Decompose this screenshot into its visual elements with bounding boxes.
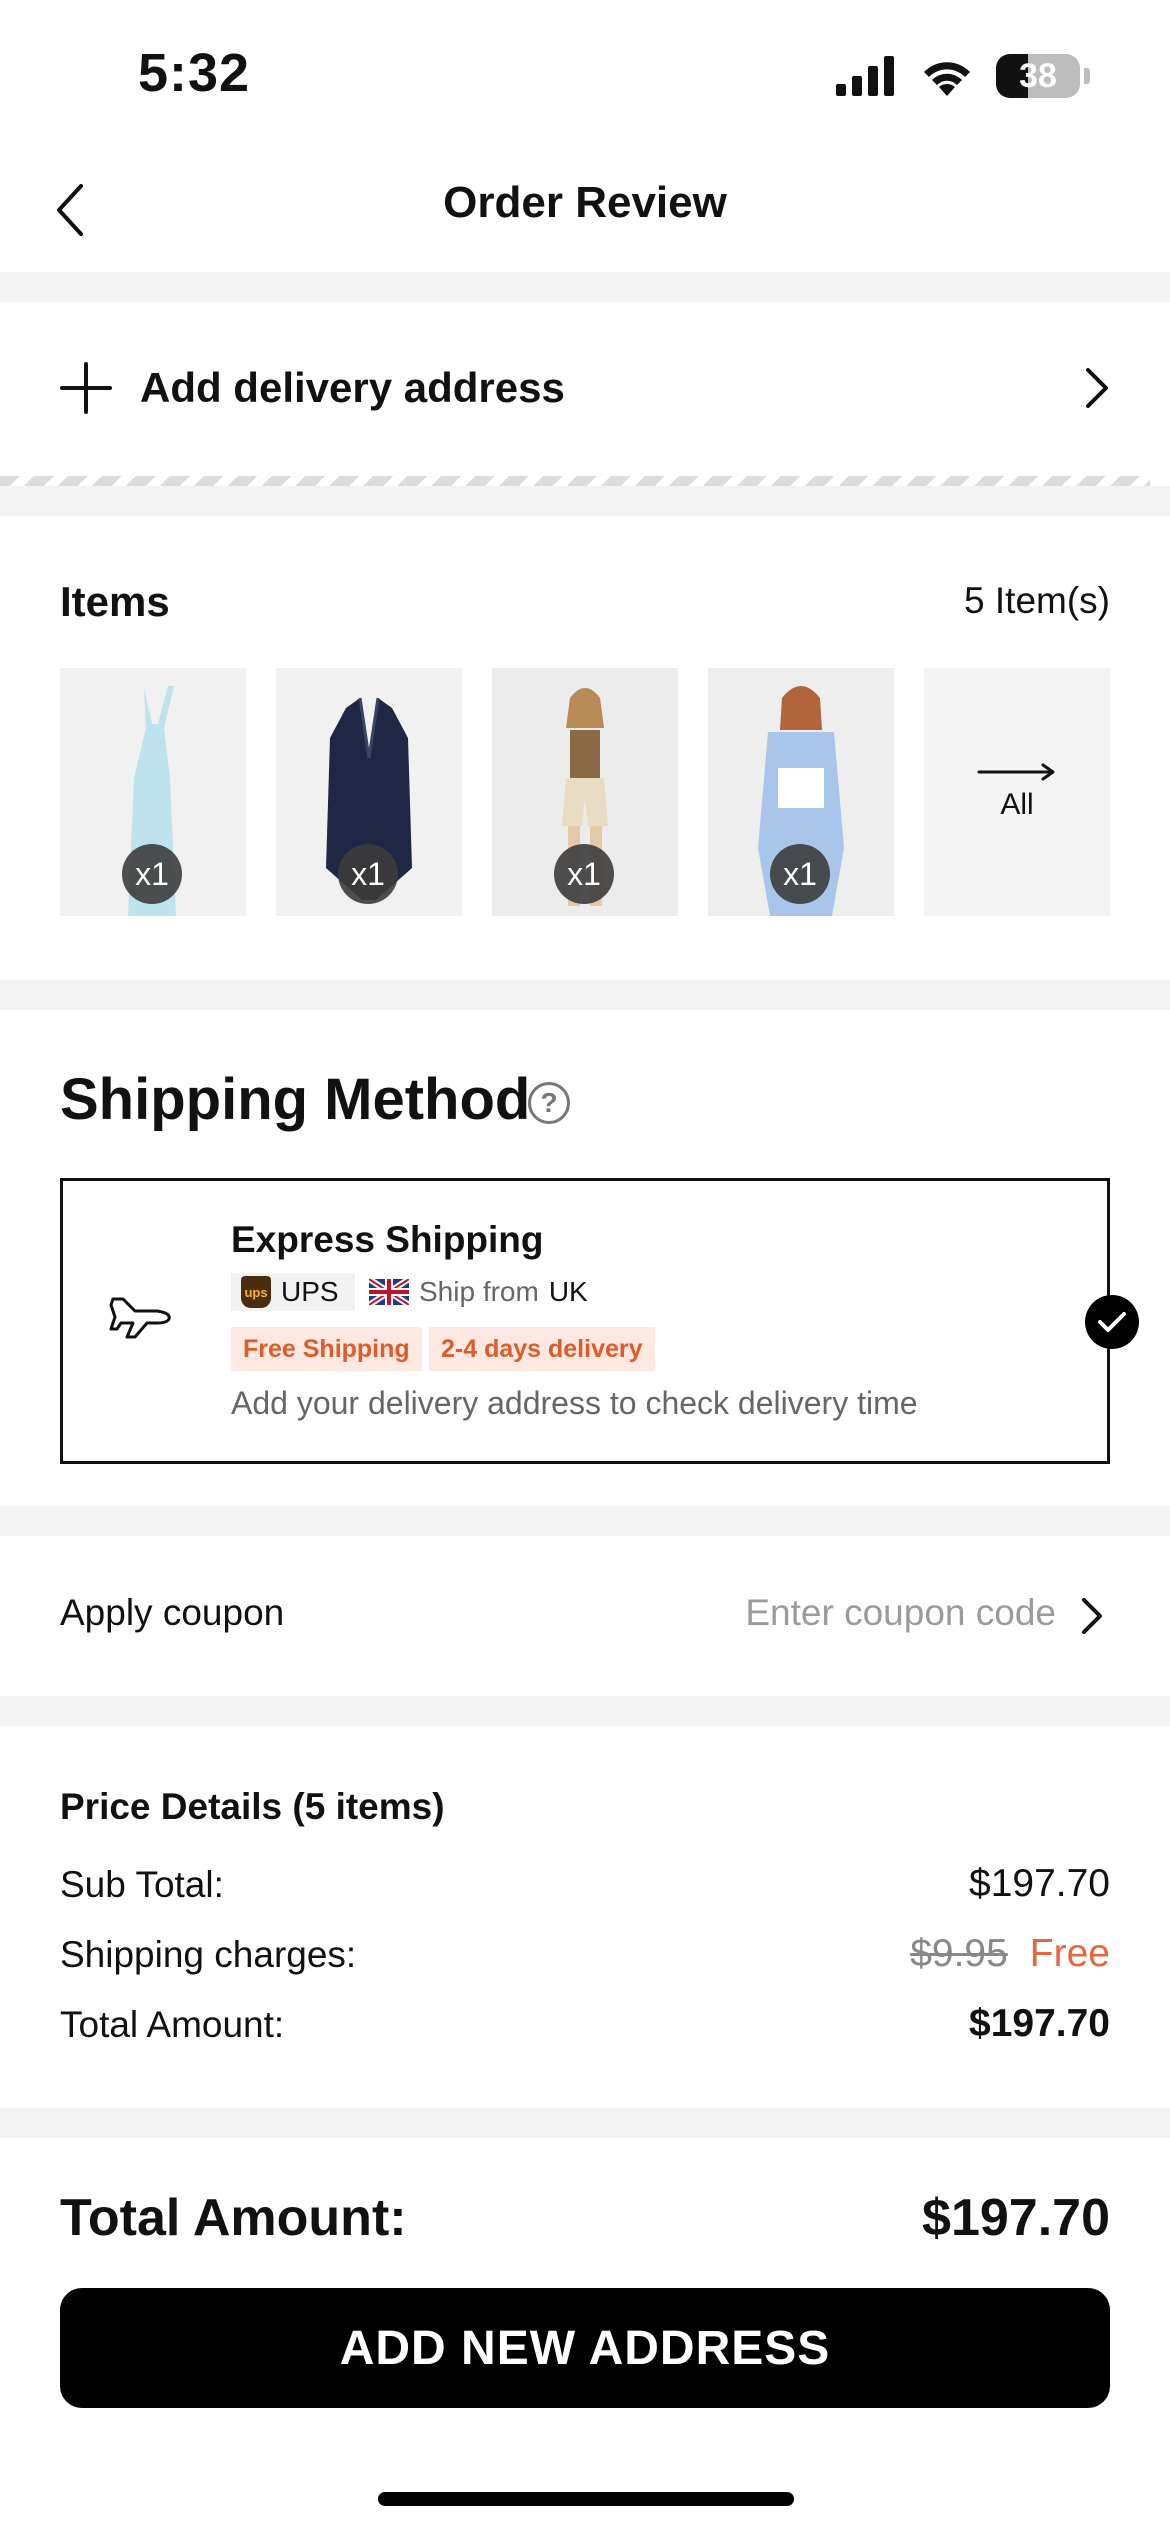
page-title: Order Review	[443, 178, 727, 227]
original-shipping-price: $9.95	[910, 1932, 1008, 1975]
battery-icon: 38	[996, 54, 1080, 98]
ups-logo-icon: ups	[241, 1276, 271, 1308]
shipping-option-card[interactable]: Express Shipping ups UPS Ship from UK Fr…	[60, 1178, 1139, 1464]
add-new-address-button[interactable]: ADD NEW ADDRESS	[60, 2288, 1110, 2408]
airplane-icon	[109, 1297, 171, 1339]
ship-from-country: UK	[548, 1276, 588, 1307]
section-divider	[0, 2108, 1170, 2138]
section-divider	[0, 1506, 1170, 1536]
wifi-icon	[924, 62, 970, 96]
total-amount-label: Total Amount:	[60, 2004, 285, 2045]
shipping-option-name: Express Shipping	[231, 1219, 544, 1260]
battery-level: 38	[1019, 56, 1057, 95]
battery-tip	[1084, 68, 1090, 84]
shipping-method-title: Shipping Method	[60, 1067, 531, 1132]
home-indicator	[378, 2492, 794, 2506]
section-divider	[0, 1696, 1170, 1726]
plus-icon	[60, 362, 112, 414]
price-details-title: Price Details (5 items)	[60, 1786, 445, 1827]
view-all-label: All	[1000, 788, 1034, 821]
product-thumbnail[interactable]: x1	[708, 668, 894, 916]
apply-coupon-row[interactable]: Apply coupon Enter coupon code	[0, 1536, 1170, 1696]
arrow-right-icon	[977, 763, 1055, 781]
quantity-badge: x1	[338, 844, 398, 904]
coupon-code-input[interactable]: Enter coupon code	[745, 1592, 1056, 1634]
view-all-items-button[interactable]: All	[924, 668, 1110, 916]
chevron-right-icon	[1082, 1598, 1102, 1634]
ship-from-label: Ship from	[419, 1276, 539, 1307]
free-shipping-price: Free	[1029, 1932, 1110, 1975]
quantity-badge: x1	[554, 844, 614, 904]
product-thumbnail[interactable]: x1	[276, 668, 462, 916]
add-address-row[interactable]: Add delivery address	[0, 302, 1170, 474]
chevron-right-icon	[1086, 368, 1108, 408]
uk-flag-icon	[369, 1279, 409, 1305]
subtotal-value: $197.70	[969, 1862, 1110, 1905]
carrier-chip: ups UPS	[231, 1273, 355, 1311]
ship-origin: Ship from UK	[369, 1273, 588, 1311]
footer-total-value: $197.70	[922, 2189, 1110, 2247]
apply-coupon-label: Apply coupon	[60, 1592, 285, 1633]
add-address-label: Add delivery address	[140, 364, 565, 411]
section-divider	[0, 980, 1170, 1010]
total-amount-value: $197.70	[969, 2002, 1110, 2045]
signal-icon	[836, 56, 894, 96]
shipping-charges-label: Shipping charges:	[60, 1934, 357, 1975]
shipping-note: Add your delivery address to check deliv…	[231, 1385, 918, 1421]
product-thumbnail[interactable]: x1	[492, 668, 678, 916]
items-count: 5 Item(s)	[964, 580, 1110, 621]
items-title: Items	[60, 578, 170, 625]
shipping-charges-value: $9.95 Free	[910, 1932, 1110, 1976]
section-divider	[0, 272, 1170, 302]
section-divider	[0, 486, 1170, 516]
quantity-badge: x1	[770, 844, 830, 904]
help-icon[interactable]: ?	[528, 1082, 570, 1124]
free-shipping-tag: Free Shipping	[231, 1327, 422, 1371]
address-dashed-border	[0, 476, 1150, 486]
carrier-name: UPS	[281, 1276, 339, 1307]
selected-check-icon[interactable]	[1085, 1295, 1139, 1349]
status-time: 5:32	[138, 43, 251, 103]
status-icons: 38	[836, 54, 1090, 98]
delivery-time-tag: 2-4 days delivery	[429, 1327, 655, 1371]
footer-total-label: Total Amount:	[60, 2189, 407, 2247]
subtotal-label: Sub Total:	[60, 1864, 224, 1905]
product-thumbnail[interactable]: x1	[60, 668, 246, 916]
quantity-badge: x1	[122, 844, 182, 904]
